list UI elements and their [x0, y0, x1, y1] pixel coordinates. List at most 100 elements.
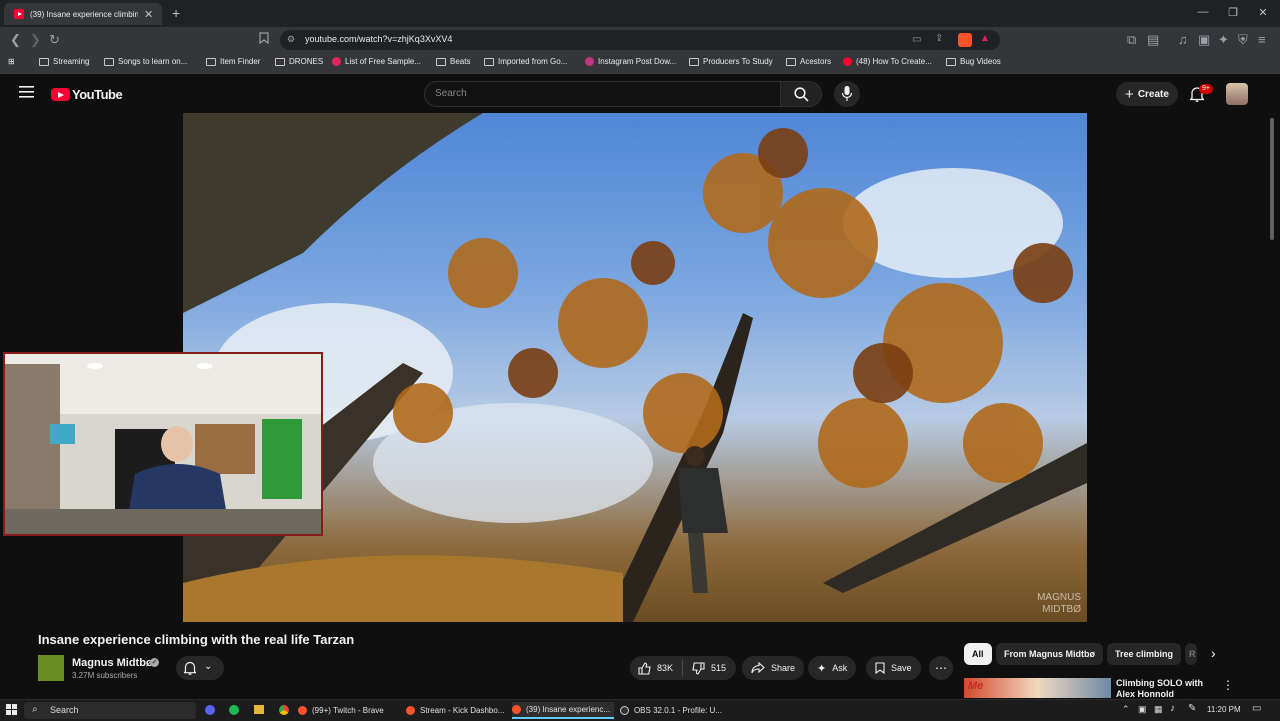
- dislike-count: 515: [711, 663, 727, 673]
- taskbar-app-twitch[interactable]: (99+) Twitch - Brave: [298, 702, 398, 719]
- vpn-icon[interactable]: ⛨: [1238, 32, 1248, 48]
- share-page-icon[interactable]: ⇪: [935, 33, 943, 44]
- tray-network-icon[interactable]: ▦: [1154, 704, 1163, 715]
- discord-icon[interactable]: [205, 705, 215, 715]
- save-bookmark-icon: [875, 662, 885, 674]
- obs-icon: [620, 706, 629, 715]
- bookmark-item[interactable]: Imported from Go...: [484, 57, 567, 66]
- close-window-button[interactable]: ✕: [1248, 6, 1278, 19]
- recommended-video-title[interactable]: Climbing SOLO with Alex Honnold: [1116, 678, 1216, 698]
- brave-rewards-icon[interactable]: ▲: [980, 33, 990, 44]
- maximize-button[interactable]: ❐: [1218, 6, 1248, 19]
- file-explorer-icon[interactable]: [254, 705, 264, 714]
- search-button[interactable]: [780, 81, 822, 107]
- tray-volume-icon[interactable]: ♪: [1170, 703, 1175, 714]
- tab-title: (39) Insane experience climbin: [30, 9, 138, 19]
- forward-button[interactable]: ❯: [30, 32, 41, 48]
- clock-time[interactable]: 11:20 PM: [1207, 705, 1241, 714]
- chevron-down-icon: ⌄: [204, 661, 213, 672]
- taskbar-app-label: (99+) Twitch - Brave: [312, 706, 384, 715]
- reload-button[interactable]: ↻: [49, 32, 60, 48]
- browser-tab-active[interactable]: (39) Insane experience climbin ✕: [4, 3, 162, 25]
- minimize-button[interactable]: —: [1188, 6, 1218, 18]
- windows-start-icon[interactable]: [6, 704, 17, 715]
- create-button[interactable]: + Create: [1116, 82, 1178, 106]
- more-actions-button[interactable]: ⋯: [929, 656, 953, 680]
- chrome-icon[interactable]: [279, 705, 289, 715]
- like-button[interactable]: 83K: [630, 661, 673, 675]
- chip-all[interactable]: All: [964, 643, 992, 665]
- create-label: Create: [1137, 88, 1169, 100]
- sidebar-icon[interactable]: ▤: [1147, 32, 1159, 48]
- hamburger-menu-icon[interactable]: [19, 86, 34, 98]
- dislike-button[interactable]: 515: [692, 661, 727, 675]
- url-bar[interactable]: ⚙ youtube.com/watch?v=zhjKq3XvXV4 ▭ ⇪ ▲: [280, 30, 1000, 50]
- menu-icon[interactable]: ≡: [1258, 32, 1266, 47]
- bookmark-item[interactable]: (48) How To Create...: [843, 57, 932, 66]
- media-icon[interactable]: ♫: [1178, 32, 1188, 47]
- bookmark-item[interactable]: Bug Videos: [946, 57, 1001, 66]
- taskbar-app-label: OBS 32.0.1 - Profile: U...: [633, 706, 722, 715]
- voice-search-button[interactable]: [834, 81, 860, 107]
- tab-close-icon[interactable]: ✕: [144, 8, 153, 21]
- chips-next-chevron-icon[interactable]: ›: [1211, 645, 1216, 661]
- climber-figure: [678, 446, 728, 593]
- back-button[interactable]: ❮: [10, 32, 21, 48]
- bookmark-item[interactable]: Songs to learn on...: [104, 57, 187, 66]
- bookmark-item[interactable]: List of Free Sample...: [332, 57, 421, 66]
- site-settings-icon[interactable]: ⚙: [287, 34, 295, 45]
- bookmark-item[interactable]: Streaming: [39, 57, 89, 66]
- bookmark-label: Streaming: [53, 57, 90, 66]
- tray-overflow-chevron-icon[interactable]: ⌃: [1122, 704, 1130, 715]
- channel-name[interactable]: Magnus Midtbø: [72, 657, 153, 669]
- search-input[interactable]: Search: [424, 81, 780, 107]
- tray-pen-icon[interactable]: ✎: [1188, 703, 1196, 714]
- folder-icon: [484, 57, 494, 66]
- recommended-more-icon[interactable]: ⋮: [1222, 678, 1234, 692]
- bookmark-item[interactable]: Item Finder: [206, 57, 260, 66]
- ask-button[interactable]: ✦ Ask: [808, 656, 857, 680]
- url-text: youtube.com/watch?v=zhjKq3XvXV4: [305, 34, 453, 44]
- youtube-logo[interactable]: YouTube: [51, 87, 123, 102]
- thumbnail-text: Me: [968, 680, 984, 692]
- bookmark-label: Bug Videos: [960, 57, 1001, 66]
- share-button[interactable]: Share: [742, 656, 805, 680]
- bookmark-item[interactable]: DRONES: [275, 57, 323, 66]
- taskbar-search-box[interactable]: ⌕ Search: [24, 702, 196, 719]
- recommended-video-thumbnail[interactable]: Me: [964, 678, 1111, 698]
- chip-partial[interactable]: R: [1185, 643, 1197, 665]
- chip-from-channel[interactable]: From Magnus Midtbø: [996, 643, 1103, 665]
- subscription-bell-button[interactable]: ⌄: [176, 656, 224, 680]
- brave-shields-icon[interactable]: [958, 33, 972, 47]
- bell-icon: [184, 661, 196, 675]
- bookmark-page-icon[interactable]: [259, 32, 269, 44]
- taskbar-app-youtube[interactable]: (39) Insane experienc...: [512, 702, 614, 719]
- taskbar-app-kick[interactable]: Stream - Kick Dashbo...: [406, 702, 506, 719]
- sparkle-icon: ✦: [817, 662, 827, 675]
- new-tab-button[interactable]: +: [172, 5, 180, 21]
- video-watermark: MAGNUS MIDTBØ: [1037, 592, 1081, 615]
- spotify-icon[interactable]: [229, 705, 239, 715]
- bookmark-item[interactable]: Producers To Study: [689, 57, 773, 66]
- account-avatar[interactable]: [1226, 83, 1248, 105]
- scrollbar-thumb[interactable]: [1270, 118, 1274, 240]
- wallet-icon[interactable]: ▣: [1198, 32, 1210, 48]
- leo-ai-icon[interactable]: ✦: [1218, 32, 1229, 48]
- ask-label: Ask: [832, 663, 848, 673]
- chip-tree-climbing[interactable]: Tree climbing: [1107, 643, 1182, 665]
- site-icon: [332, 57, 341, 66]
- save-button[interactable]: Save: [866, 656, 921, 680]
- tray-display-icon[interactable]: ▣: [1138, 704, 1147, 715]
- bookmark-label: (48) How To Create...: [856, 57, 932, 66]
- bookmark-item[interactable]: Beats: [436, 57, 470, 66]
- bookmark-item[interactable]: Acestors: [786, 57, 831, 66]
- thumbs-up-icon: [638, 661, 651, 675]
- notification-center-icon[interactable]: ▭: [1252, 703, 1261, 714]
- channel-avatar[interactable]: [38, 655, 64, 681]
- notification-badge: 9+: [1199, 84, 1213, 94]
- cast-icon[interactable]: ▭: [912, 34, 921, 45]
- bookmark-item[interactable]: Instagram Post Dow...: [585, 57, 676, 66]
- apps-grid-icon[interactable]: ⊞: [8, 57, 15, 66]
- extensions-icon[interactable]: ⧉: [1127, 32, 1136, 48]
- taskbar-app-obs[interactable]: OBS 32.0.1 - Profile: U...: [620, 702, 722, 719]
